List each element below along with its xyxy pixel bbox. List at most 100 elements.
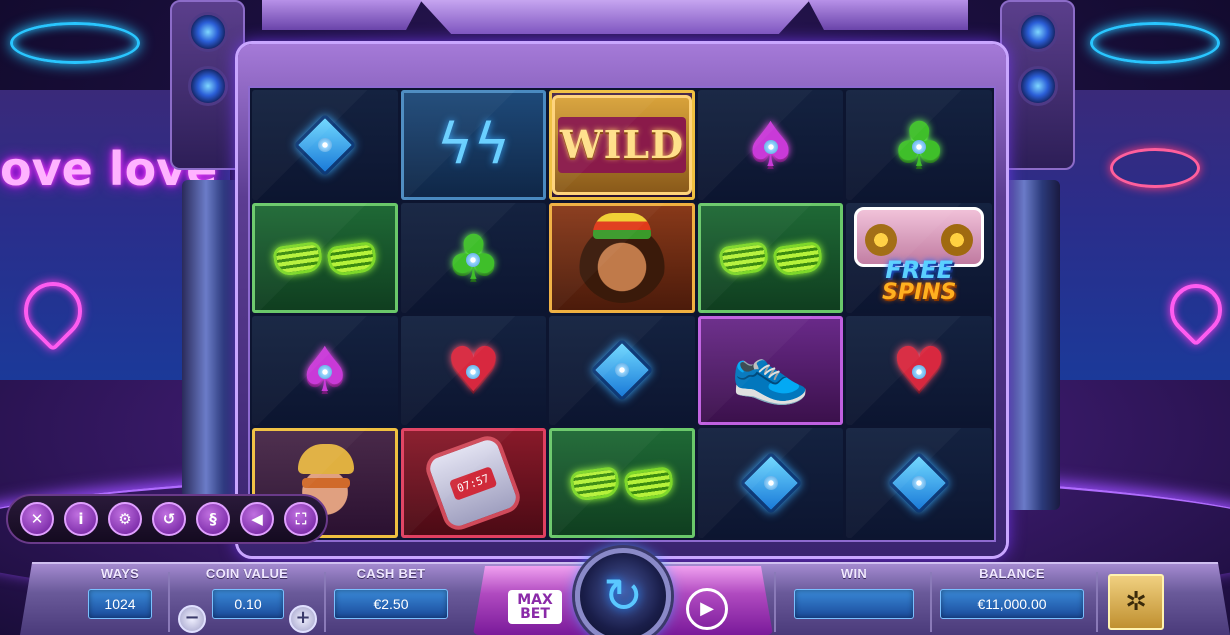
autoplay-button[interactable]: ▶ (686, 588, 728, 630)
reel-cell: ♥ (400, 315, 547, 426)
speaker-cone-icon (188, 66, 228, 106)
reel-cell: 07:57 (400, 428, 547, 538)
max-bet-button[interactable]: MAX BET (508, 590, 562, 624)
coin-value-label: COIN VALUE (205, 566, 289, 581)
pillar-right (1000, 180, 1060, 510)
speaker-cone-icon (1018, 12, 1058, 52)
tree-logo-icon: ✲ (1125, 587, 1147, 617)
frame-crown (420, 0, 810, 34)
blue-diamond-symbol-icon (293, 113, 356, 176)
neon-lips-icon (1110, 148, 1200, 188)
disc-icon (317, 365, 332, 380)
reel-cell: 👟 (697, 315, 844, 426)
speaker-right (1000, 0, 1075, 170)
reel-cell: FREE SPINS (846, 202, 992, 313)
free-text: FREE (885, 256, 954, 285)
history-icon[interactable]: ↺ (152, 502, 186, 536)
disc-icon (760, 473, 781, 494)
blue-diamond-symbol-icon (739, 452, 802, 515)
balance-label: BALANCE (979, 566, 1045, 581)
reel-cell (252, 202, 398, 313)
blue-diamond-symbol-icon (590, 339, 654, 402)
divider (1096, 572, 1098, 632)
divider (774, 572, 776, 632)
rules-icon[interactable]: § (196, 502, 230, 536)
reel-cell: ♣ (400, 202, 547, 313)
spin-arrow-icon: ↻ (602, 568, 644, 624)
reel-cell: ♠ (697, 90, 844, 200)
shutter-glasses-symbol-icon (270, 238, 380, 278)
coin-increase-button[interactable]: + (289, 605, 317, 633)
red-heart-symbol-icon: ♥ (891, 333, 947, 407)
wild-text: WILD (557, 116, 686, 173)
reel-grid: ϟϟ WILD ♠ ♣ ♣ FREE SPINS ♠ ♥ 👟 ♥ 07:57 (248, 86, 996, 542)
sound-icon[interactable]: ◀ (240, 502, 274, 536)
disc-icon (912, 139, 927, 154)
reel-cell (549, 202, 695, 313)
blue-diamond-symbol-icon (888, 452, 951, 515)
disc-icon (314, 134, 335, 155)
speaker-left (170, 0, 245, 170)
info-icon[interactable]: i (64, 502, 98, 536)
reel-cell (697, 428, 844, 538)
fullscreen-icon[interactable]: ⛶ (284, 502, 318, 536)
reel-cell (549, 428, 695, 538)
frame-crown-right (808, 0, 968, 30)
win-display: WIN (794, 566, 914, 619)
frame-crown-left (262, 0, 422, 30)
coin-value: 0.10 (212, 589, 284, 619)
pillar-left (182, 180, 242, 510)
shutter-glasses-symbol-icon (716, 238, 826, 278)
cash-bet-label: CASH BET (356, 566, 426, 581)
win-value (794, 589, 914, 619)
spin-button[interactable]: ↻ (575, 548, 671, 635)
disc-icon (612, 360, 632, 381)
ways-label: WAYS (100, 566, 140, 581)
reel-cell (252, 90, 398, 200)
lightning-earrings-symbol-icon: ϟϟ (436, 112, 511, 178)
woman-portrait-symbol-icon (576, 212, 667, 303)
divider (930, 572, 932, 632)
divider (324, 572, 326, 632)
reel-cell: ♣ (846, 90, 992, 200)
divider (168, 572, 170, 632)
disc-icon (912, 365, 927, 380)
reel-cell (846, 428, 992, 538)
ceiling-lamp-right (1090, 22, 1220, 64)
ways-display: WAYS 1024 (88, 566, 152, 619)
free-spins-scatter-symbol: FREE SPINS (849, 203, 989, 313)
reel-cell (697, 202, 844, 313)
shutter-glasses-symbol-icon (567, 463, 677, 503)
green-club-symbol-icon: ♣ (891, 107, 947, 181)
provider-logo[interactable]: ✲ (1108, 574, 1164, 630)
reel-cell: WILD (549, 90, 695, 200)
purple-spade-symbol-icon: ♠ (297, 333, 353, 407)
boombox-icon (854, 206, 985, 267)
disc-icon (466, 365, 481, 380)
autoplay-icon: ▶ (700, 598, 714, 619)
balance-display: BALANCE €11,000.00 (940, 566, 1084, 619)
cash-bet-value: €2.50 (334, 589, 448, 619)
close-icon[interactable]: ✕ (20, 502, 54, 536)
reel-cell: ♥ (846, 315, 992, 426)
reel-cell: ♠ (252, 315, 398, 426)
watch-time: 07:57 (449, 465, 498, 501)
coin-decrease-button[interactable]: − (178, 605, 206, 633)
sneakers-symbol-icon: 👟 (730, 333, 811, 408)
balance-value: €11,000.00 (940, 589, 1084, 619)
speaker-cone-icon (188, 12, 228, 52)
disc-icon (466, 252, 481, 267)
spins-text: SPINS (881, 280, 957, 306)
cash-bet-display: CASH BET €2.50 (334, 566, 448, 619)
digital-watch-symbol-icon: 07:57 (422, 431, 525, 535)
purple-spade-symbol-icon: ♠ (742, 107, 799, 181)
settings-icon[interactable]: ⚙ (108, 502, 142, 536)
reel-cell: ϟϟ (400, 90, 547, 200)
green-club-symbol-icon: ♣ (445, 220, 502, 294)
speaker-cone-icon (1018, 66, 1058, 106)
wild-symbol: WILD (551, 94, 692, 195)
red-heart-symbol-icon: ♥ (445, 333, 502, 407)
ceiling-lamp-left (10, 22, 140, 64)
ways-value: 1024 (88, 589, 152, 619)
disc-icon (763, 139, 778, 154)
